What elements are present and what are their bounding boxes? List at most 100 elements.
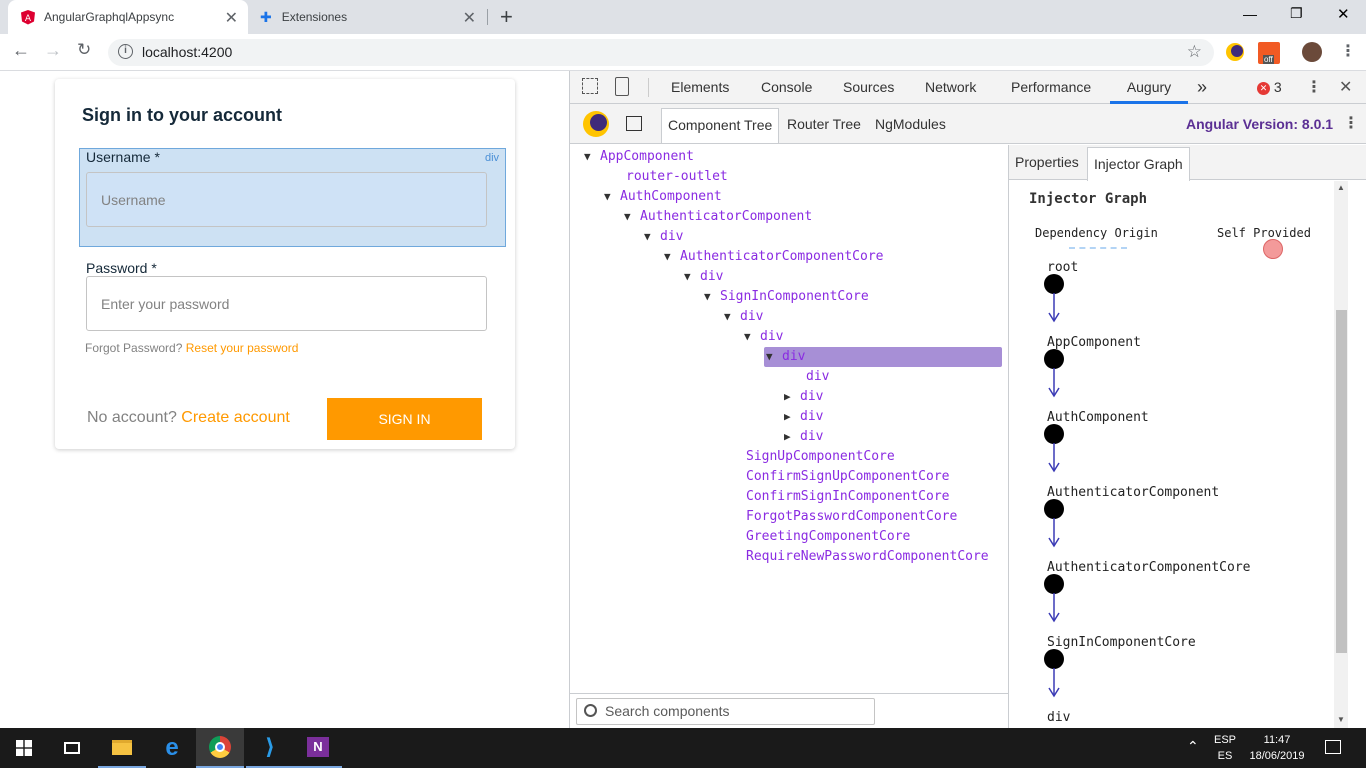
expand-down-icon[interactable]: ▼ bbox=[604, 187, 620, 207]
graph-node-dot[interactable] bbox=[1044, 274, 1064, 294]
address-bar[interactable]: i localhost:4200 ☆ bbox=[108, 39, 1214, 66]
expand-down-icon[interactable]: ▼ bbox=[766, 347, 782, 367]
tab-augury[interactable]: Augury bbox=[1110, 71, 1188, 104]
tree-node[interactable]: GreetingComponentCore bbox=[724, 527, 910, 547]
forward-icon[interactable]: → bbox=[44, 40, 62, 61]
tree-node[interactable]: ▼ AppComponent bbox=[584, 147, 694, 167]
expand-down-icon[interactable]: ▼ bbox=[684, 267, 700, 287]
augury-extension-icon[interactable] bbox=[1226, 43, 1244, 61]
expand-down-icon[interactable]: ▼ bbox=[704, 287, 720, 307]
tab-properties[interactable]: Properties bbox=[1015, 145, 1079, 180]
graph-title: Injector Graph bbox=[1029, 191, 1148, 207]
tree-node[interactable]: ▼ SignInComponentCore bbox=[704, 287, 869, 307]
tree-node[interactable]: ▶ div bbox=[784, 427, 823, 447]
tree-node[interactable]: ▶ div bbox=[784, 387, 823, 407]
close-tab-icon[interactable]: ✕ bbox=[463, 8, 476, 28]
task-view-icon[interactable] bbox=[48, 728, 96, 768]
augury-logo-icon[interactable] bbox=[583, 111, 609, 137]
tab-router-tree[interactable]: Router Tree bbox=[787, 108, 861, 141]
reset-password-link[interactable]: Reset your password bbox=[186, 341, 299, 355]
collapse-right-icon[interactable]: ▶ bbox=[784, 407, 800, 427]
devtools-menu-icon[interactable]: ⋮ bbox=[1306, 77, 1322, 97]
tree-node[interactable]: SignUpComponentCore bbox=[724, 447, 895, 467]
tree-node[interactable]: ▼ div bbox=[724, 307, 763, 327]
language-indicator[interactable]: ESP ES bbox=[1214, 732, 1236, 764]
graph-node-dot[interactable] bbox=[1044, 574, 1064, 594]
inspect-element-icon[interactable] bbox=[582, 78, 598, 94]
collapse-right-icon[interactable]: ▶ bbox=[784, 427, 800, 447]
file-explorer-icon[interactable] bbox=[98, 728, 146, 768]
graph-node-dot[interactable] bbox=[1044, 649, 1064, 669]
scrollbar-up-arrow[interactable]: ▲ bbox=[1337, 183, 1345, 192]
tab-active[interactable]: A AngularGraphqlAppsync ✕ bbox=[8, 0, 248, 34]
minimize-button[interactable]: — bbox=[1243, 6, 1257, 22]
device-toolbar-icon[interactable] bbox=[615, 77, 629, 96]
tree-node[interactable]: ConfirmSignUpComponentCore bbox=[724, 467, 950, 487]
tree-node[interactable]: ▼ div bbox=[764, 347, 1002, 367]
error-badge[interactable]: ✕ 3 bbox=[1257, 79, 1282, 95]
extension-off-icon[interactable]: off bbox=[1258, 42, 1280, 64]
tree-node[interactable]: RequireNewPasswordComponentCore bbox=[724, 547, 989, 567]
tree-node[interactable]: ▼ div bbox=[744, 327, 783, 347]
menu-icon[interactable]: ⋮ bbox=[1340, 41, 1356, 61]
tree-node[interactable]: router-outlet bbox=[604, 167, 728, 187]
onenote-icon[interactable]: N bbox=[294, 728, 342, 768]
close-devtools-icon[interactable]: ✕ bbox=[1339, 77, 1352, 97]
vscode-icon[interactable]: ⟩ bbox=[246, 728, 294, 768]
collapse-right-icon[interactable]: ▶ bbox=[784, 387, 800, 407]
new-tab-button[interactable]: + bbox=[500, 4, 513, 30]
tree-node[interactable]: div bbox=[784, 367, 829, 387]
tree-node[interactable]: ▼ AuthenticatorComponent bbox=[624, 207, 812, 227]
back-icon[interactable]: ← bbox=[12, 40, 30, 61]
username-input[interactable]: Username bbox=[86, 172, 487, 227]
tab-console[interactable]: Console bbox=[761, 71, 812, 104]
more-tabs-button[interactable]: » bbox=[1197, 71, 1207, 104]
search-components-input[interactable]: Search components bbox=[576, 698, 875, 725]
tab-component-tree[interactable]: Component Tree bbox=[661, 108, 780, 143]
edge-icon[interactable]: e bbox=[148, 728, 196, 768]
reload-icon[interactable]: ↻ bbox=[77, 40, 91, 60]
clock[interactable]: 11:47 18/06/2019 bbox=[1246, 732, 1308, 764]
tab-sources[interactable]: Sources bbox=[843, 71, 894, 104]
expand-down-icon[interactable]: ▼ bbox=[584, 147, 600, 167]
tray-chevron-icon[interactable]: ⌃ bbox=[1187, 738, 1199, 755]
avatar[interactable] bbox=[1302, 42, 1322, 62]
close-tab-icon[interactable]: ✕ bbox=[225, 8, 238, 28]
augury-menu-icon[interactable]: ⋮ bbox=[1343, 113, 1359, 133]
expand-down-icon[interactable]: ▼ bbox=[644, 227, 660, 247]
notifications-icon[interactable] bbox=[1325, 740, 1341, 754]
tab-elements[interactable]: Elements bbox=[671, 71, 729, 104]
graph-node-dot[interactable] bbox=[1044, 349, 1064, 369]
password-input[interactable]: Enter your password bbox=[86, 276, 487, 331]
star-icon[interactable]: ☆ bbox=[1187, 42, 1202, 62]
expand-down-icon[interactable]: ▼ bbox=[664, 247, 680, 267]
graph-node-dot[interactable] bbox=[1044, 499, 1064, 519]
signin-button[interactable]: SIGN IN bbox=[327, 398, 482, 440]
tree-node[interactable]: ForgotPasswordComponentCore bbox=[724, 507, 957, 527]
tree-node[interactable]: ▼ AuthComponent bbox=[604, 187, 722, 207]
close-window-button[interactable]: ✕ bbox=[1337, 5, 1350, 23]
restore-button[interactable]: ❐ bbox=[1290, 5, 1303, 22]
windows-start-icon[interactable] bbox=[0, 728, 48, 768]
tab-inactive[interactable]: ✚ Extensiones ✕ bbox=[250, 0, 488, 34]
chrome-icon[interactable] bbox=[196, 728, 244, 768]
no-account-text: No account? bbox=[87, 409, 177, 426]
tab-performance[interactable]: Performance bbox=[1011, 71, 1091, 104]
tab-ngmodules[interactable]: NgModules bbox=[875, 108, 946, 141]
tree-node[interactable]: ▶ div bbox=[784, 407, 823, 427]
scrollbar-thumb[interactable] bbox=[1336, 310, 1347, 653]
tree-node[interactable]: ▼ AuthenticatorComponentCore bbox=[664, 247, 884, 267]
expand-down-icon[interactable]: ▼ bbox=[724, 307, 740, 327]
tree-node[interactable]: ▼ div bbox=[644, 227, 683, 247]
tab-network[interactable]: Network bbox=[925, 71, 976, 104]
create-account-link[interactable]: Create account bbox=[181, 409, 290, 426]
tree-node[interactable]: ▼ div bbox=[684, 267, 723, 287]
expand-down-icon[interactable]: ▼ bbox=[624, 207, 640, 227]
scrollbar-down-arrow[interactable]: ▼ bbox=[1337, 715, 1345, 724]
tree-node[interactable]: ConfirmSignInComponentCore bbox=[724, 487, 950, 507]
select-element-icon[interactable] bbox=[626, 116, 642, 131]
tab-injector-graph[interactable]: Injector Graph bbox=[1087, 147, 1190, 181]
graph-node-dot[interactable] bbox=[1044, 424, 1064, 444]
info-icon[interactable]: i bbox=[118, 44, 133, 59]
expand-down-icon[interactable]: ▼ bbox=[744, 327, 760, 347]
